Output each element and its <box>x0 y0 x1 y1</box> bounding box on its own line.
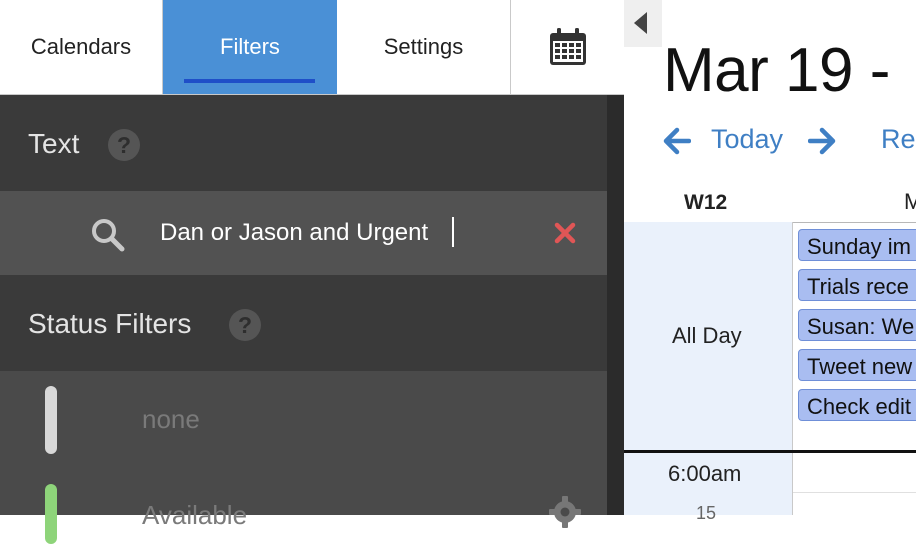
arrow-left-icon[interactable] <box>663 127 691 155</box>
allday-label: All Day <box>672 323 742 348</box>
active-tab-indicator <box>184 79 315 83</box>
top-tab-bar: Calendars Filters Settings <box>0 0 624 95</box>
status-label-none[interactable]: none <box>142 404 200 435</box>
today-button[interactable]: Today <box>711 124 783 155</box>
help-glyph: ? <box>116 131 132 158</box>
time-sub-label: 15 <box>696 503 717 523</box>
arrow-right-icon[interactable] <box>808 127 836 155</box>
search-icon <box>92 219 125 252</box>
status-color-none <box>45 386 57 454</box>
triangle-left-icon <box>634 12 647 34</box>
week-header <box>624 186 916 223</box>
panel-scrollbar[interactable] <box>607 95 624 515</box>
tab-calendar-view[interactable] <box>511 0 624 94</box>
status-color-available <box>45 484 57 544</box>
calendar-event[interactable]: Tweet new <box>798 349 916 381</box>
text-section-title: Text <box>28 128 80 159</box>
day-column-label[interactable]: M <box>904 189 916 215</box>
week-number-label: W12 <box>684 191 728 214</box>
tab-calendars-label: Calendars <box>30 34 132 59</box>
calendar-event[interactable]: Sunday im <box>798 229 916 261</box>
time-label: 6:00am <box>668 461 742 486</box>
collapse-panel-button[interactable] <box>624 0 662 47</box>
status-label-available[interactable]: Available <box>142 500 247 531</box>
refresh-link[interactable]: Re <box>881 124 916 155</box>
tab-settings[interactable]: Settings <box>337 0 511 94</box>
text-caret <box>452 217 454 247</box>
tab-calendars[interactable]: Calendars <box>0 0 163 94</box>
status-filter-list <box>0 371 607 515</box>
search-input[interactable] <box>160 211 520 255</box>
help-glyph: ? <box>237 311 253 338</box>
tab-filters-label: Filters <box>220 34 280 59</box>
tab-filters[interactable]: Filters <box>163 0 337 94</box>
calendar-event[interactable]: Check edit <box>798 389 916 421</box>
hour-gridline <box>793 492 916 493</box>
calendar-icon <box>549 28 586 65</box>
calendar-event[interactable]: Trials rece <box>798 269 916 301</box>
search-row <box>0 191 607 275</box>
text-help-icon[interactable]: ? <box>108 129 140 161</box>
status-section-title: Status Filters <box>28 308 192 339</box>
date-range-title: Mar 19 - <box>663 36 890 105</box>
clear-search-icon[interactable] <box>554 222 576 244</box>
status-help-icon[interactable]: ? <box>229 309 261 341</box>
calendar-event[interactable]: Susan: We <box>798 309 916 341</box>
gear-icon[interactable] <box>548 495 582 529</box>
tab-settings-label: Settings <box>383 34 464 59</box>
